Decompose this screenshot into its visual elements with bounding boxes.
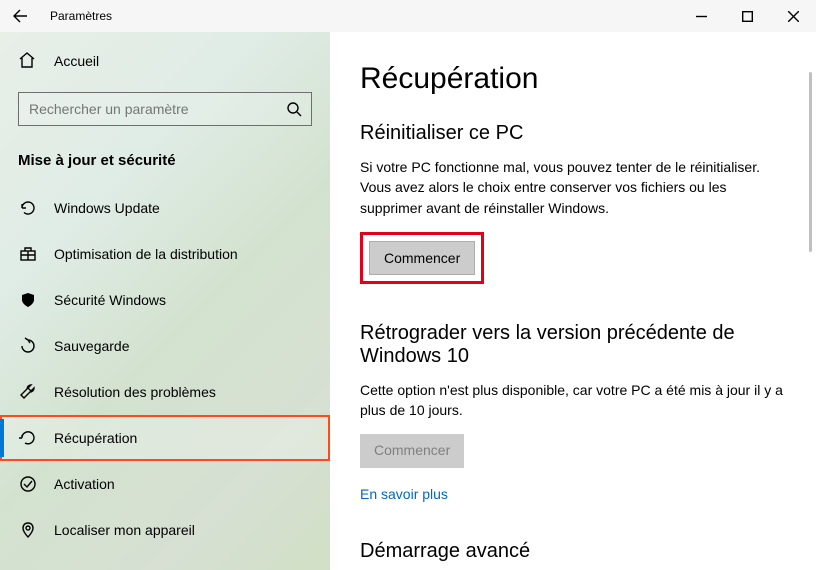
scrollbar[interactable] [809, 72, 812, 252]
shield-icon [18, 291, 38, 309]
sidebar-item-label: Localiser mon appareil [54, 522, 195, 538]
location-icon [18, 521, 38, 539]
update-icon [18, 199, 38, 217]
delivery-icon [18, 245, 38, 263]
maximize-icon [742, 11, 753, 22]
backup-icon [18, 337, 38, 355]
page-title: Récupération [360, 62, 790, 96]
recovery-icon [18, 429, 38, 447]
rollback-start-button: Commencer [360, 434, 464, 468]
sidebar-item-label: Sécurité Windows [54, 292, 166, 308]
close-icon [788, 11, 799, 22]
learn-more-link[interactable]: En savoir plus [360, 486, 448, 502]
maximize-button[interactable] [724, 0, 770, 32]
reset-description: Si votre PC fonctionne mal, vous pouvez … [360, 157, 790, 218]
annotation-highlight: Commencer [360, 232, 484, 284]
sidebar-item-label: Windows Update [54, 200, 160, 216]
arrow-left-icon [12, 8, 28, 24]
sidebar-item-delivery-optimization[interactable]: Optimisation de la distribution [0, 231, 330, 277]
wrench-icon [18, 383, 38, 401]
minimize-button[interactable] [678, 0, 724, 32]
sidebar-item-backup[interactable]: Sauvegarde [0, 323, 330, 369]
search-input[interactable] [19, 101, 277, 117]
reset-start-button[interactable]: Commencer [369, 241, 475, 275]
sidebar-home[interactable]: Accueil [0, 38, 330, 84]
sidebar-item-security[interactable]: Sécurité Windows [0, 277, 330, 323]
sidebar-item-recovery[interactable]: Récupération [0, 415, 330, 461]
main-content: Récupération Réinitialiser ce PC Si votr… [330, 32, 816, 570]
close-button[interactable] [770, 0, 816, 32]
rollback-heading: Rétrograder vers la version précédente d… [360, 322, 790, 368]
search-box[interactable] [18, 92, 312, 126]
sidebar-home-label: Accueil [54, 53, 99, 69]
sidebar-item-windows-update[interactable]: Windows Update [0, 185, 330, 231]
sidebar-item-activation[interactable]: Activation [0, 461, 330, 507]
titlebar: Paramètres [0, 0, 816, 32]
minimize-icon [696, 11, 707, 22]
rollback-description: Cette option n'est plus disponible, car … [360, 380, 790, 421]
sidebar-item-label: Sauvegarde [54, 338, 130, 354]
sidebar-item-find-device[interactable]: Localiser mon appareil [0, 507, 330, 553]
advanced-startup-heading: Démarrage avancé [360, 540, 790, 563]
activation-icon [18, 475, 38, 493]
search-icon [277, 101, 311, 117]
sidebar-item-label: Résolution des problèmes [54, 384, 216, 400]
sidebar: Accueil Mise à jour et sécurité Windows … [0, 32, 330, 570]
back-button[interactable] [0, 0, 40, 32]
window-title: Paramètres [50, 9, 112, 23]
sidebar-item-troubleshoot[interactable]: Résolution des problèmes [0, 369, 330, 415]
reset-heading: Réinitialiser ce PC [360, 122, 790, 145]
home-icon [18, 51, 36, 72]
sidebar-item-label: Récupération [54, 430, 137, 446]
sidebar-item-label: Optimisation de la distribution [54, 246, 238, 262]
sidebar-section-title: Mise à jour et sécurité [18, 152, 330, 169]
sidebar-item-label: Activation [54, 476, 115, 492]
